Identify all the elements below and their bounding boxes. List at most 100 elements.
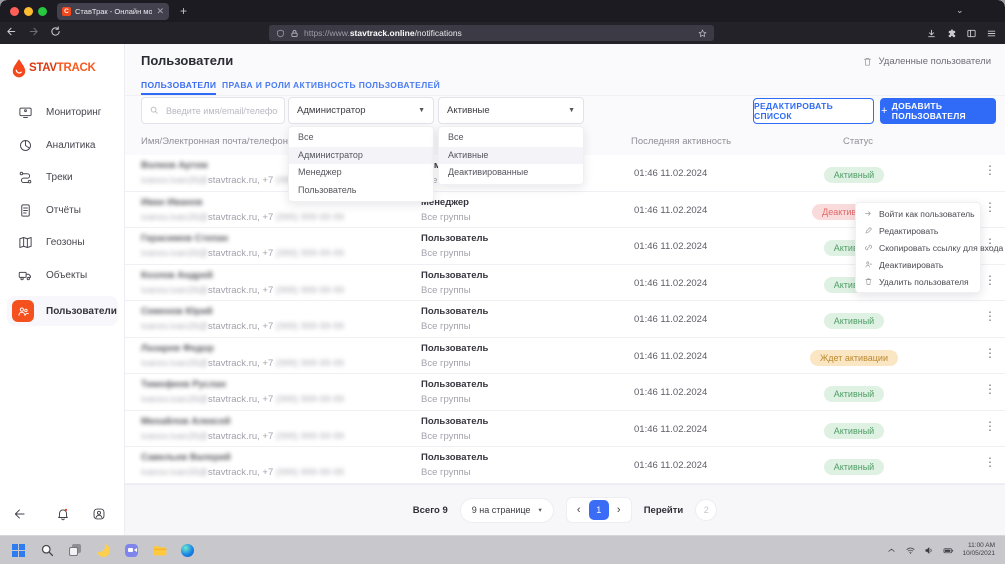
tab-close-icon[interactable]: ✕: [156, 7, 164, 16]
url-bar[interactable]: https://www.stavtrack.online/notificatio…: [269, 25, 714, 41]
menu-hamburger-icon[interactable]: [986, 28, 997, 39]
user-email: ivanov.ivan26@stavtrack.ru, +7 (999) 999…: [141, 394, 344, 405]
row-menu-button[interactable]: ⋮: [981, 382, 999, 396]
edit-list-button[interactable]: РЕДАКТИРОВАТЬ СПИСОК: [753, 98, 874, 124]
window-zoom-button[interactable]: [38, 7, 47, 16]
status-badge: Активный: [824, 167, 884, 183]
user-email: ivanov.ivan26@stavtrack.ru, +7 (999) 999…: [141, 358, 344, 369]
row-menu-button[interactable]: ⋮: [981, 200, 999, 214]
user-email: ivanov.ivan26@stavtrack.ru, +7 (999) 999…: [141, 248, 344, 259]
role-option[interactable]: Менеджер: [289, 164, 433, 182]
moon-app-icon[interactable]: [96, 543, 111, 558]
sidebar: STAVTRACK Мониторинг Аналитика Треки Отч…: [0, 44, 125, 535]
sidebar-item-geozones[interactable]: Геозоны: [0, 230, 125, 254]
user-email: ivanov.ivan26@stavtrack.ru, +7 (999) 999…: [141, 285, 344, 296]
page-size-select[interactable]: 9 на странице ▾: [460, 498, 554, 523]
row-menu-button[interactable]: ⋮: [981, 455, 999, 469]
row-menu-button[interactable]: ⋮: [981, 309, 999, 323]
sidebar-item-tracks[interactable]: Треки: [0, 165, 125, 189]
menu-item-edit[interactable]: Редактировать: [856, 222, 980, 239]
file-explorer-icon[interactable]: [152, 543, 167, 558]
sidebar-panel-icon[interactable]: [966, 28, 977, 39]
deleted-users-button[interactable]: Удаленные пользователи: [862, 56, 991, 67]
goto-page-input[interactable]: 2: [695, 499, 717, 521]
table-row: Лазарев Федор ivanov.ivan26@stavtrack.ru…: [125, 338, 1005, 375]
table-row: Михайлов Алексей ivanov.ivan26@stavtrack…: [125, 411, 1005, 448]
reload-icon[interactable]: [44, 26, 66, 40]
wifi-icon[interactable]: [905, 545, 916, 556]
bookmark-star-icon[interactable]: [698, 29, 707, 38]
profile-icon[interactable]: [92, 507, 106, 521]
last-activity: 01:46 11.02.2024: [634, 387, 707, 398]
back-icon[interactable]: [0, 26, 22, 40]
add-user-button[interactable]: + ДОБАВИТЬ ПОЛЬЗОВАТЕЛЯ: [880, 98, 996, 124]
status-option[interactable]: Все: [439, 129, 583, 147]
status-filter-dropdown: Все Активные Деактивированные: [438, 126, 584, 185]
plus-icon: +: [881, 105, 888, 117]
prev-page-button[interactable]: ‹: [569, 500, 589, 520]
sidebar-item-reports[interactable]: Отчёты: [0, 198, 125, 222]
new-tab-button[interactable]: +: [180, 3, 187, 20]
search-input[interactable]: [141, 97, 285, 124]
menu-item-copy-login-link[interactable]: Скопировать ссылку для входа: [856, 239, 980, 256]
screen: С СтавТрак - Онлайн мониторинг ✕ + ⌄ htt…: [0, 0, 1005, 564]
sidebar-item-users[interactable]: Пользователи: [7, 296, 118, 326]
sidebar-item-analytics[interactable]: Аналитика: [0, 133, 125, 157]
clock[interactable]: 11:00 AM 10/05/2021: [962, 542, 995, 558]
route-icon: [18, 170, 33, 185]
sidebar-item-objects[interactable]: Объекты: [0, 263, 125, 287]
volume-icon[interactable]: [924, 545, 935, 556]
role-option-selected[interactable]: Администратор: [289, 147, 433, 165]
window-minimize-button[interactable]: [24, 7, 33, 16]
list-all-tabs-icon[interactable]: ⌄: [956, 2, 964, 19]
browser-tab[interactable]: С СтавТрак - Онлайн мониторинг ✕: [57, 3, 169, 20]
tray-chevron-up-icon[interactable]: [886, 545, 897, 556]
chat-app-icon[interactable]: [124, 543, 139, 558]
downloads-icon[interactable]: [926, 28, 937, 39]
status-option[interactable]: Деактивированные: [439, 164, 583, 182]
role-filter-select[interactable]: Администратор ▼: [288, 97, 434, 124]
last-activity: 01:46 11.02.2024: [634, 314, 707, 325]
role-option[interactable]: Все: [289, 129, 433, 147]
row-menu-button[interactable]: ⋮: [981, 346, 999, 360]
collapse-arrow-icon[interactable]: [13, 507, 27, 521]
edge-browser-icon[interactable]: [180, 543, 195, 558]
notifications-bell-icon[interactable]: [56, 507, 70, 521]
extensions-puzzle-icon[interactable]: [946, 28, 957, 39]
tab-favicon-icon: С: [62, 7, 71, 16]
pencil-icon: [864, 226, 873, 235]
windows-start-icon[interactable]: [12, 543, 27, 558]
user-groups: Все группы: [421, 431, 488, 442]
user-role: Пользователь: [421, 343, 488, 354]
row-menu-button[interactable]: ⋮: [981, 273, 999, 287]
current-page-button[interactable]: 1: [589, 500, 609, 520]
tab-bar: ПОЛЬЗОВАТЕЛИ ПРАВА И РОЛИ АКТИВНОСТЬ ПОЛ…: [125, 78, 1005, 96]
last-activity: 01:46 11.02.2024: [634, 278, 707, 289]
taskbar-search-icon[interactable]: [40, 543, 55, 558]
tab-rights-roles[interactable]: ПРАВА И РОЛИ: [222, 78, 291, 95]
row-menu-button[interactable]: ⋮: [981, 163, 999, 177]
pagination-bar: Всего 9 9 на странице ▾ ‹ 1 › Перейти 2: [125, 484, 1005, 535]
tab-user-activity[interactable]: АКТИВНОСТЬ ПОЛЬЗОВАТЕЛЕЙ: [293, 78, 440, 95]
next-page-button[interactable]: ›: [609, 500, 629, 520]
sidebar-item-monitoring[interactable]: Мониторинг: [0, 100, 125, 124]
stavtrack-logo: STAVTRACK: [11, 58, 96, 78]
menu-item-deactivate[interactable]: Деактивировать: [856, 256, 980, 273]
task-view-icon[interactable]: [68, 543, 83, 558]
row-menu-button[interactable]: ⋮: [981, 419, 999, 433]
user-name: Савельев Валерий: [141, 452, 344, 463]
last-activity: 01:46 11.02.2024: [634, 205, 707, 216]
menu-item-login-as-user[interactable]: Войти как пользователь: [856, 205, 980, 222]
tab-title: СтавТрак - Онлайн мониторинг: [75, 7, 152, 16]
forward-icon[interactable]: [22, 26, 44, 40]
role-filter-dropdown: Все Администратор Менеджер Пользователь: [288, 126, 434, 202]
window-close-button[interactable]: [10, 7, 19, 16]
menu-item-delete-user[interactable]: Удалить пользователя: [856, 273, 980, 290]
user-deactivate-icon: [864, 260, 873, 269]
status-filter-select[interactable]: Активные ▼: [438, 97, 584, 124]
battery-icon[interactable]: [943, 545, 954, 556]
role-option[interactable]: Пользователь: [289, 182, 433, 200]
user-role: Пользователь: [421, 379, 488, 390]
status-option-selected[interactable]: Активные: [439, 147, 583, 165]
tab-users[interactable]: ПОЛЬЗОВАТЕЛИ: [141, 78, 216, 95]
